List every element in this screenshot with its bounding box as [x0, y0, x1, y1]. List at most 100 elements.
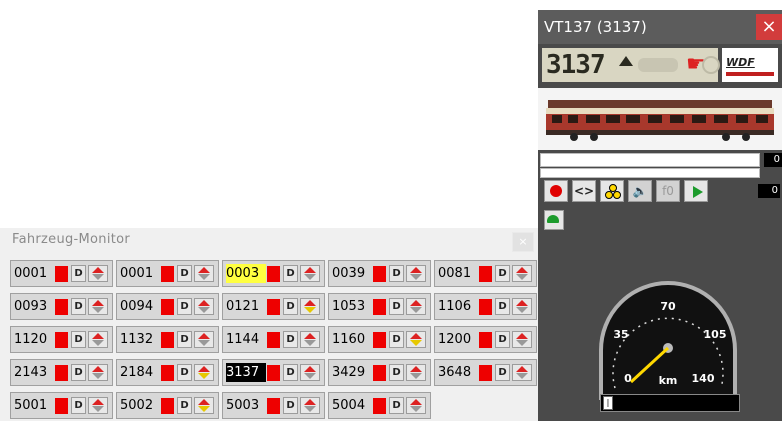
direction-icon[interactable]: [406, 364, 426, 381]
vehicle-tile[interactable]: 5002 D: [116, 392, 219, 419]
secondary-bar[interactable]: [540, 168, 760, 178]
decoder-icon: D: [177, 397, 192, 414]
vehicle-tile[interactable]: 3429 D: [328, 359, 431, 386]
direction-icon[interactable]: [194, 298, 214, 315]
vehicle-tile[interactable]: 1144 D: [222, 326, 325, 353]
decoder-icon: D: [495, 331, 510, 348]
direction-icon[interactable]: [88, 265, 108, 282]
slider-thumb[interactable]: |: [603, 396, 613, 410]
vehicle-tile[interactable]: 3648 D: [434, 359, 537, 386]
direction-icon[interactable]: [300, 265, 320, 282]
vehicle-tile[interactable]: 0001 D: [10, 260, 113, 287]
panel-close-button[interactable]: ×: [756, 14, 782, 40]
vehicle-tile[interactable]: 1120 D: [10, 326, 113, 353]
status-indicator: [267, 299, 280, 315]
speed-slider[interactable]: |: [600, 394, 740, 412]
direction-icon[interactable]: [194, 397, 214, 414]
address-display[interactable]: 3137 ☛: [542, 48, 720, 82]
vehicle-tile[interactable]: 1106 D: [434, 293, 537, 320]
decoder-icon: D: [495, 298, 510, 315]
vehicle-tile[interactable]: 0001 D: [116, 260, 219, 287]
direction-up-icon[interactable]: [619, 56, 633, 66]
decoder-icon: D: [177, 331, 192, 348]
direction-icon[interactable]: [88, 298, 108, 315]
vehicle-tile[interactable]: 2184 D: [116, 359, 219, 386]
vehicle-tile[interactable]: 1200 D: [434, 326, 537, 353]
vehicle-tile[interactable]: 5003 D: [222, 392, 325, 419]
shunting-button[interactable]: [544, 210, 564, 230]
direction-icon[interactable]: [194, 331, 214, 348]
status-indicator: [267, 398, 280, 414]
status-indicator: [161, 299, 174, 315]
vehicle-tile[interactable]: 0093 D: [10, 293, 113, 320]
status-indicator: [373, 299, 386, 315]
vehicle-address: 1144: [226, 332, 260, 347]
brand-logo: WDF: [722, 48, 778, 82]
speed-bar[interactable]: [540, 153, 760, 167]
vehicle-address: 2184: [120, 365, 154, 380]
direction-icon[interactable]: [512, 364, 532, 381]
gauge-tick-label: 105: [704, 328, 727, 341]
direction-icon[interactable]: [300, 364, 320, 381]
function-f0-button[interactable]: f0: [656, 180, 680, 202]
direction-icon[interactable]: [300, 397, 320, 414]
direction-icon[interactable]: [406, 265, 426, 282]
turtle-icon: [547, 215, 559, 223]
vehicle-tile[interactable]: 0121 D: [222, 293, 325, 320]
vehicle-tile[interactable]: 5001 D: [10, 392, 113, 419]
record-button[interactable]: [544, 180, 568, 202]
direction-icon[interactable]: [512, 298, 532, 315]
monitor-title: Fahrzeug-Monitor: [12, 232, 131, 247]
vehicle-address: 1106: [438, 299, 472, 314]
decoder-icon: D: [177, 265, 192, 282]
sound-button[interactable]: 🔈: [628, 180, 652, 202]
decoder-icon: D: [71, 298, 86, 315]
direction-icon[interactable]: [88, 331, 108, 348]
decoder-icon: D: [283, 364, 298, 381]
direction-icon[interactable]: [300, 298, 320, 315]
gauge-tick-label: 0: [624, 372, 632, 385]
direction-icon[interactable]: [194, 364, 214, 381]
vehicle-tile[interactable]: 0003 D: [222, 260, 325, 287]
monitor-close-button[interactable]: ×: [512, 232, 534, 252]
direction-icon[interactable]: [88, 397, 108, 414]
direction-icon[interactable]: [406, 298, 426, 315]
direction-icon[interactable]: [512, 265, 532, 282]
vehicle-address: 1132: [120, 332, 154, 347]
vehicle-address: 1160: [332, 332, 366, 347]
vehicle-tile[interactable]: 0094 D: [116, 293, 219, 320]
vehicle-address: 0039: [332, 266, 366, 281]
speed-value-1: 0: [764, 153, 782, 167]
vehicle-tile[interactable]: 3137 D: [222, 359, 325, 386]
multi-unit-button[interactable]: [600, 180, 624, 202]
decoder-icon: D: [283, 397, 298, 414]
status-indicator: [373, 365, 386, 381]
vehicle-tile[interactable]: 5004 D: [328, 392, 431, 419]
direction-icon[interactable]: [406, 331, 426, 348]
vehicle-tile[interactable]: 2143 D: [10, 359, 113, 386]
vehicle-address: 5002: [120, 398, 154, 413]
direction-icon[interactable]: [194, 265, 214, 282]
decoder-icon: D: [389, 265, 404, 282]
vehicle-address: 1200: [438, 332, 472, 347]
direction-icon[interactable]: [512, 331, 532, 348]
play-button[interactable]: [684, 180, 708, 202]
vehicle-address: 3429: [332, 365, 366, 380]
direction-icon[interactable]: [406, 397, 426, 414]
vehicle-tile[interactable]: 1160 D: [328, 326, 431, 353]
vehicle-address: 0093: [14, 299, 48, 314]
decoder-icon: D: [177, 364, 192, 381]
direction-icon[interactable]: [300, 331, 320, 348]
rotate-icon[interactable]: [702, 56, 720, 74]
nav-button[interactable]: <>: [572, 180, 596, 202]
decoder-icon: D: [283, 298, 298, 315]
vehicle-address: 0003: [226, 264, 266, 283]
vehicle-address: 5001: [14, 398, 48, 413]
vehicle-tile[interactable]: 1132 D: [116, 326, 219, 353]
status-indicator: [161, 266, 174, 282]
direction-icon[interactable]: [88, 364, 108, 381]
vehicle-tile[interactable]: 1053 D: [328, 293, 431, 320]
vehicle-tile[interactable]: 0039 D: [328, 260, 431, 287]
vehicle-tile[interactable]: 0081 D: [434, 260, 537, 287]
status-indicator: [55, 398, 68, 414]
